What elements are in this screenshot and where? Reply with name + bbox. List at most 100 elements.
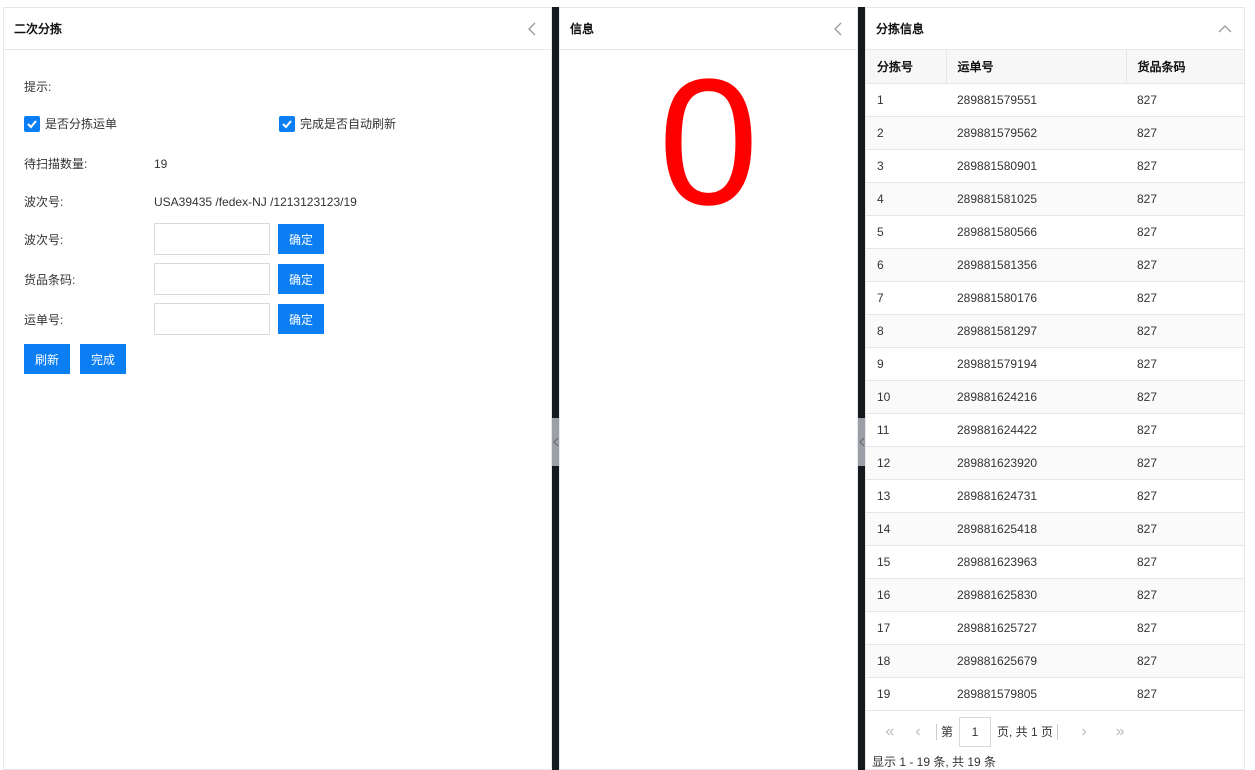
table-cell: 10 <box>866 380 946 414</box>
split-waybill-checkbox[interactable]: 是否分拣运单 <box>24 115 279 132</box>
table-cell: 13 <box>866 479 946 513</box>
splitter-handle[interactable] <box>858 418 865 466</box>
table-cell: 827 <box>1126 413 1244 447</box>
collapse-left-button[interactable] <box>523 20 541 38</box>
batch-input[interactable] <box>154 223 270 255</box>
waybill-input[interactable] <box>154 303 270 335</box>
panel-splitter-left[interactable] <box>552 7 559 770</box>
barcode-input[interactable] <box>154 263 270 295</box>
chevron-left-icon <box>834 22 842 35</box>
table-row[interactable]: 10 289881624216 827 <box>866 380 1244 414</box>
info-panel-title: 信息 <box>570 22 595 36</box>
big-counter: 0 <box>658 42 759 243</box>
table-cell: 827 <box>1126 281 1244 315</box>
checkbox-checked-icon <box>279 115 295 132</box>
table-cell: 19 <box>866 677 946 711</box>
table-cell: 18 <box>866 644 946 678</box>
table-cell: 827 <box>1126 248 1244 282</box>
table-row[interactable]: 1 289881579551 827 <box>866 83 1244 117</box>
table-cell: 5 <box>866 215 946 249</box>
table-cell: 289881580901 <box>946 149 1126 183</box>
table-row[interactable]: 18 289881625679 827 <box>866 644 1244 678</box>
checkbox-checked-icon <box>24 115 40 132</box>
panel-splitter-right[interactable] <box>858 7 865 770</box>
chevron-left-icon <box>552 437 558 447</box>
column-header[interactable]: 运单号 <box>946 50 1127 84</box>
table-cell: 827 <box>1126 446 1244 480</box>
refresh-button[interactable]: 刷新 <box>24 344 70 374</box>
pager-summary: 显示 1 - 19 条, 共 19 条 <box>872 755 997 769</box>
table-cell: 289881623963 <box>946 545 1126 579</box>
split-waybill-label: 是否分拣运单 <box>45 117 118 131</box>
table-row[interactable]: 14 289881625418 827 <box>866 512 1244 546</box>
table-cell: 8 <box>866 314 946 348</box>
table-cell: 15 <box>866 545 946 579</box>
sort-panel-header: 二次分拣 <box>4 8 551 50</box>
batch-label: 波次号: <box>24 195 64 209</box>
pending-count-value: 19 <box>154 156 168 171</box>
pager-divider <box>936 723 937 740</box>
next-page-icon[interactable]: › <box>1070 718 1098 746</box>
table-row[interactable]: 19 289881579805 827 <box>866 677 1244 711</box>
table-cell: 289881580566 <box>946 215 1126 249</box>
sort-panel-title: 二次分拣 <box>14 22 63 36</box>
table-row[interactable]: 5 289881580566 827 <box>866 215 1244 249</box>
table-row[interactable]: 8 289881581297 827 <box>866 314 1244 348</box>
sort-info-table: 分拣号 运单号 货品条码 1 289881579551 827 2 2898815795… <box>866 50 1244 711</box>
table-cell: 7 <box>866 281 946 315</box>
table-cell: 289881581356 <box>946 248 1126 282</box>
table-row[interactable]: 6 289881581356 827 <box>866 248 1244 282</box>
pager-divider <box>1057 723 1059 740</box>
table-cell: 3 <box>866 149 946 183</box>
table-row[interactable]: 2 289881579562 827 <box>866 116 1244 150</box>
table-cell: 827 <box>1126 479 1244 513</box>
pagination: « ‹ 第 1 页, 共 1 页 › » <box>866 710 1244 752</box>
batch-confirm-button[interactable]: 确定 <box>278 224 324 254</box>
table-cell: 289881579805 <box>946 677 1126 711</box>
auto-refresh-label: 完成是否自动刷新 <box>300 117 397 131</box>
table-cell: 827 <box>1126 83 1244 117</box>
waybill-input-label: 运单号: <box>24 312 64 327</box>
table-row[interactable]: 12 289881623920 827 <box>866 446 1244 480</box>
splitter-handle[interactable] <box>552 418 559 466</box>
batch-input-label: 波次号: <box>24 232 64 247</box>
waybill-confirm-button[interactable]: 确定 <box>278 304 324 334</box>
table-cell: 827 <box>1126 545 1244 579</box>
column-header[interactable]: 货品条码 <box>1126 50 1244 84</box>
finish-button[interactable]: 完成 <box>80 344 126 374</box>
table-row[interactable]: 4 289881581025 827 <box>866 182 1244 216</box>
table-cell: 289881579551 <box>946 83 1126 117</box>
first-page-icon[interactable]: « <box>876 718 904 746</box>
table-row[interactable]: 3 289881580901 827 <box>866 149 1244 183</box>
table-cell: 2 <box>866 116 946 150</box>
table-row[interactable]: 17 289881625727 827 <box>866 611 1244 645</box>
table-row[interactable]: 11 289881624422 827 <box>866 413 1244 447</box>
table-cell: 827 <box>1126 644 1244 678</box>
table-cell: 827 <box>1126 611 1244 645</box>
auto-refresh-checkbox[interactable]: 完成是否自动刷新 <box>279 115 396 132</box>
prev-page-icon[interactable]: ‹ <box>904 718 932 746</box>
collapse-right-button[interactable] <box>1216 20 1234 38</box>
last-page-icon[interactable]: » <box>1106 718 1134 746</box>
table-cell: 827 <box>1126 314 1244 348</box>
column-header[interactable]: 分拣号 <box>866 50 947 84</box>
table-header-row: 分拣号 运单号 货品条码 <box>866 50 1244 84</box>
table-row[interactable]: 13 289881624731 827 <box>866 479 1244 513</box>
table-cell: 289881625830 <box>946 578 1126 612</box>
table-cell: 827 <box>1126 116 1244 150</box>
chevron-left-icon <box>528 22 536 35</box>
table-row[interactable]: 16 289881625830 827 <box>866 578 1244 612</box>
page-number-input[interactable]: 1 <box>959 716 992 747</box>
table-row[interactable]: 15 289881623963 827 <box>866 545 1244 579</box>
barcode-input-label: 货品条码: <box>24 272 76 287</box>
table-cell: 289881624731 <box>946 479 1126 513</box>
table-row[interactable]: 9 289881579194 827 <box>866 347 1244 381</box>
table-row[interactable]: 7 289881580176 827 <box>866 281 1244 315</box>
sort-info-panel: 分拣信息 分拣号 运单号 货品条码 1 289881579551 827 2 28988… <box>865 7 1245 770</box>
page-prefix: 第 <box>941 725 954 739</box>
table-cell: 289881625418 <box>946 512 1126 546</box>
collapse-middle-button[interactable] <box>829 20 847 38</box>
barcode-confirm-button[interactable]: 确定 <box>278 264 324 294</box>
sort-info-header: 分拣信息 <box>866 8 1244 50</box>
page-suffix: 页, 共 1 页 <box>997 725 1054 739</box>
